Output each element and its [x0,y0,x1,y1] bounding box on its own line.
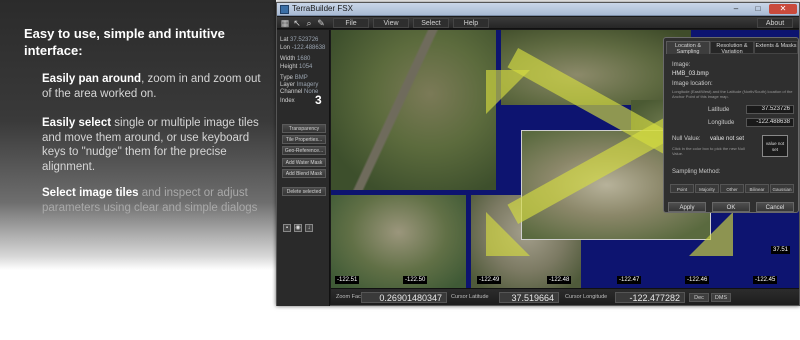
save-icon[interactable]: ▪ [283,224,291,232]
menu-file[interactable]: File [333,18,369,28]
longitude-tick: -122.49 [477,276,502,284]
zoom-factor-value: 0.26901480347 [361,292,447,303]
longitude-tick: -122.48 [547,276,572,284]
lat-label: Lat [280,37,289,43]
lat-row: Lat 37.523726 [280,36,318,44]
null-value-hint: Click in the color box to pick the new N… [672,146,745,156]
image-location-hint: Longitude (East/West) and the Latitude (… [672,89,793,99]
title-bar[interactable]: TerraBuilder FSX – □ ✕ [277,3,799,16]
tab-location-sampling[interactable]: Location & Sampling [666,41,710,55]
promo-panel: Easy to use, simple and intuitive interf… [0,0,276,270]
transparency-button[interactable]: Transparency [282,124,326,133]
index-label: Index [280,98,295,104]
minimize-button[interactable]: – [725,4,747,14]
height-value: 1054 [299,64,313,70]
zoom-icon[interactable]: ⌕ [304,18,314,28]
menu-about[interactable]: About [757,18,793,28]
eye-icon[interactable]: ◉ [294,224,302,232]
feature-inspect: Select image tiles and inspect or adjust… [42,186,270,215]
tab-resolution-variation[interactable]: Resolution & Variation [710,41,754,55]
channel-label: Channel [280,89,303,95]
ok-button[interactable]: OK [712,202,750,212]
lat-value: 37.523726 [290,37,319,43]
null-color-box[interactable]: value not set [762,135,788,157]
sampling-option-other[interactable]: Other [720,184,744,193]
delete-selected-button[interactable]: Delete selected [282,187,326,196]
longitude-field[interactable] [746,118,794,127]
cursor-longitude-label: Cursor Longitude [565,294,608,300]
tile-info-sidebar: Lat 37.523726 Lon -122.488638 Width 1680… [277,30,330,306]
null-value-label: Null Value: [672,136,701,142]
width-value: 1680 [297,56,311,62]
arrow-head-top-left-icon [486,70,530,114]
cancel-button[interactable]: Cancel [756,202,794,212]
select-arrow-icon[interactable]: ↖ [292,18,302,28]
longitude-tick: -122.45 [753,276,778,284]
image-tile[interactable] [331,30,496,190]
channel-row: Channel None [280,88,318,96]
feature-inspect-lead: Select image tiles [42,187,139,199]
height-label: Height [280,64,298,70]
close-button[interactable]: ✕ [769,4,797,14]
sampling-method-label: Sampling Method: [672,169,721,175]
app-icon [280,5,289,14]
geo-reference-button[interactable]: Geo-Reference... [282,146,326,155]
width-row: Width 1680 [280,55,310,63]
tile-properties-dialog: Location & Sampling Resolution & Variati… [663,37,799,213]
height-row: Height 1054 [280,63,312,71]
image-label: Image: [672,62,691,68]
longitude-label: Longitude [708,120,735,126]
menu-view[interactable]: View [373,18,409,28]
add-water-mask-button[interactable]: Add Water Mask [282,158,326,167]
sampling-option-point[interactable]: Point [670,184,694,193]
promo-title: Easy to use, simple and intuitive interf… [24,26,225,58]
lon-row: Lon -122.488638 [280,44,325,52]
longitude-tick: -122.50 [403,276,428,284]
longitude-tick: -122.46 [685,276,710,284]
image-location-label: Image location: [672,81,713,87]
sampling-option-gaussian[interactable]: Gaussian [770,184,794,193]
dms-format-button[interactable]: DMS [711,293,731,302]
longitude-tick: -122.51 [335,276,360,284]
menu-select[interactable]: Select [413,18,449,28]
sampling-option-bilinear[interactable]: Bilinear [745,184,769,193]
feature-pan-lead: Easily pan around [42,73,142,85]
feature-select: Easily select single or multiple image t… [42,116,270,174]
maximize-button[interactable]: □ [747,4,769,14]
arrow-head-bottom-right-icon [689,212,733,256]
latitude-field[interactable] [746,105,794,114]
lon-label: Lon [280,45,291,51]
null-value-text: value not set [710,136,745,142]
apply-button[interactable]: Apply [668,202,706,212]
lon-value: -122.488638 [291,45,326,51]
latitude-label: Latitude [708,107,730,113]
longitude-tick: -122.47 [617,276,642,284]
feature-select-lead: Easily select [42,117,112,129]
tab-extents-masks[interactable]: Extents & Masks [754,41,798,54]
cursor-latitude-label: Cursor Latitude [451,294,489,300]
width-label: Width [280,56,296,62]
grid-icon[interactable]: ▦ [280,18,290,28]
app-window: TerraBuilder FSX – □ ✕ ▦ ↖ ⌕ ✎ File View… [276,2,800,306]
decimal-format-button[interactable]: Dec [689,293,709,302]
latitude-tick: 37.51 [771,246,791,254]
arrow-head-bottom-left-icon [486,212,530,256]
image-tile[interactable] [331,195,466,288]
index-value: 3 [315,93,322,107]
add-blend-mask-button[interactable]: Add Blend Mask [282,169,326,178]
cursor-longitude-value: -122.477282 [615,292,685,303]
image-name: HMB_03.bmp [672,71,709,77]
toolbar: ▦ ↖ ⌕ ✎ File View Select Help About [277,17,799,29]
status-bar: Zoom Factor 0.26901480347 Cursor Latitud… [331,288,799,305]
feature-pan: Easily pan around, zoom in and zoom out … [42,72,270,101]
cursor-latitude-value: 37.519664 [499,292,559,303]
down-arrow-icon[interactable]: ↓ [305,224,313,232]
window-title: TerraBuilder FSX [292,4,353,13]
menu-help[interactable]: Help [453,18,489,28]
measure-icon[interactable]: ✎ [316,18,326,28]
tile-properties-button[interactable]: Tile Properties... [282,135,326,144]
sampling-option-majority[interactable]: Majority [695,184,719,193]
